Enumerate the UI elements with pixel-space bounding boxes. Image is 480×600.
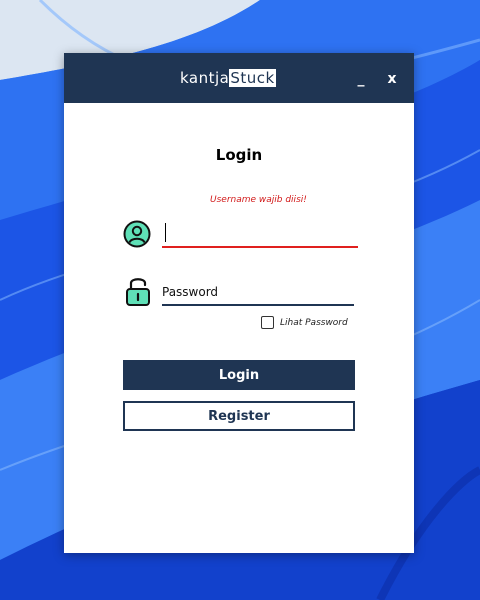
lock-icon [126,278,150,306]
show-password-option[interactable]: Lihat Password [261,316,348,329]
logo-text-left: kantja [180,69,230,87]
show-password-checkbox[interactable] [261,316,274,329]
title-bar[interactable]: kantja Stuck _ x [64,53,414,103]
login-button[interactable]: Login [123,360,355,390]
username-error-message: Username wajib diisi! [210,195,307,205]
text-caret [165,223,166,242]
show-password-label: Lihat Password [280,317,348,328]
page-title: Login [215,146,263,164]
login-window: kantja Stuck _ x Login Username wajib dii… [64,53,414,553]
app-logo: kantja Stuck [180,68,276,88]
logo-text-right: Stuck [229,69,276,87]
username-input[interactable] [162,221,358,248]
minimize-button[interactable]: _ [349,67,373,91]
close-button[interactable]: x [380,67,404,91]
password-input[interactable] [162,280,354,306]
register-button[interactable]: Register [123,401,355,431]
user-icon [123,220,151,248]
